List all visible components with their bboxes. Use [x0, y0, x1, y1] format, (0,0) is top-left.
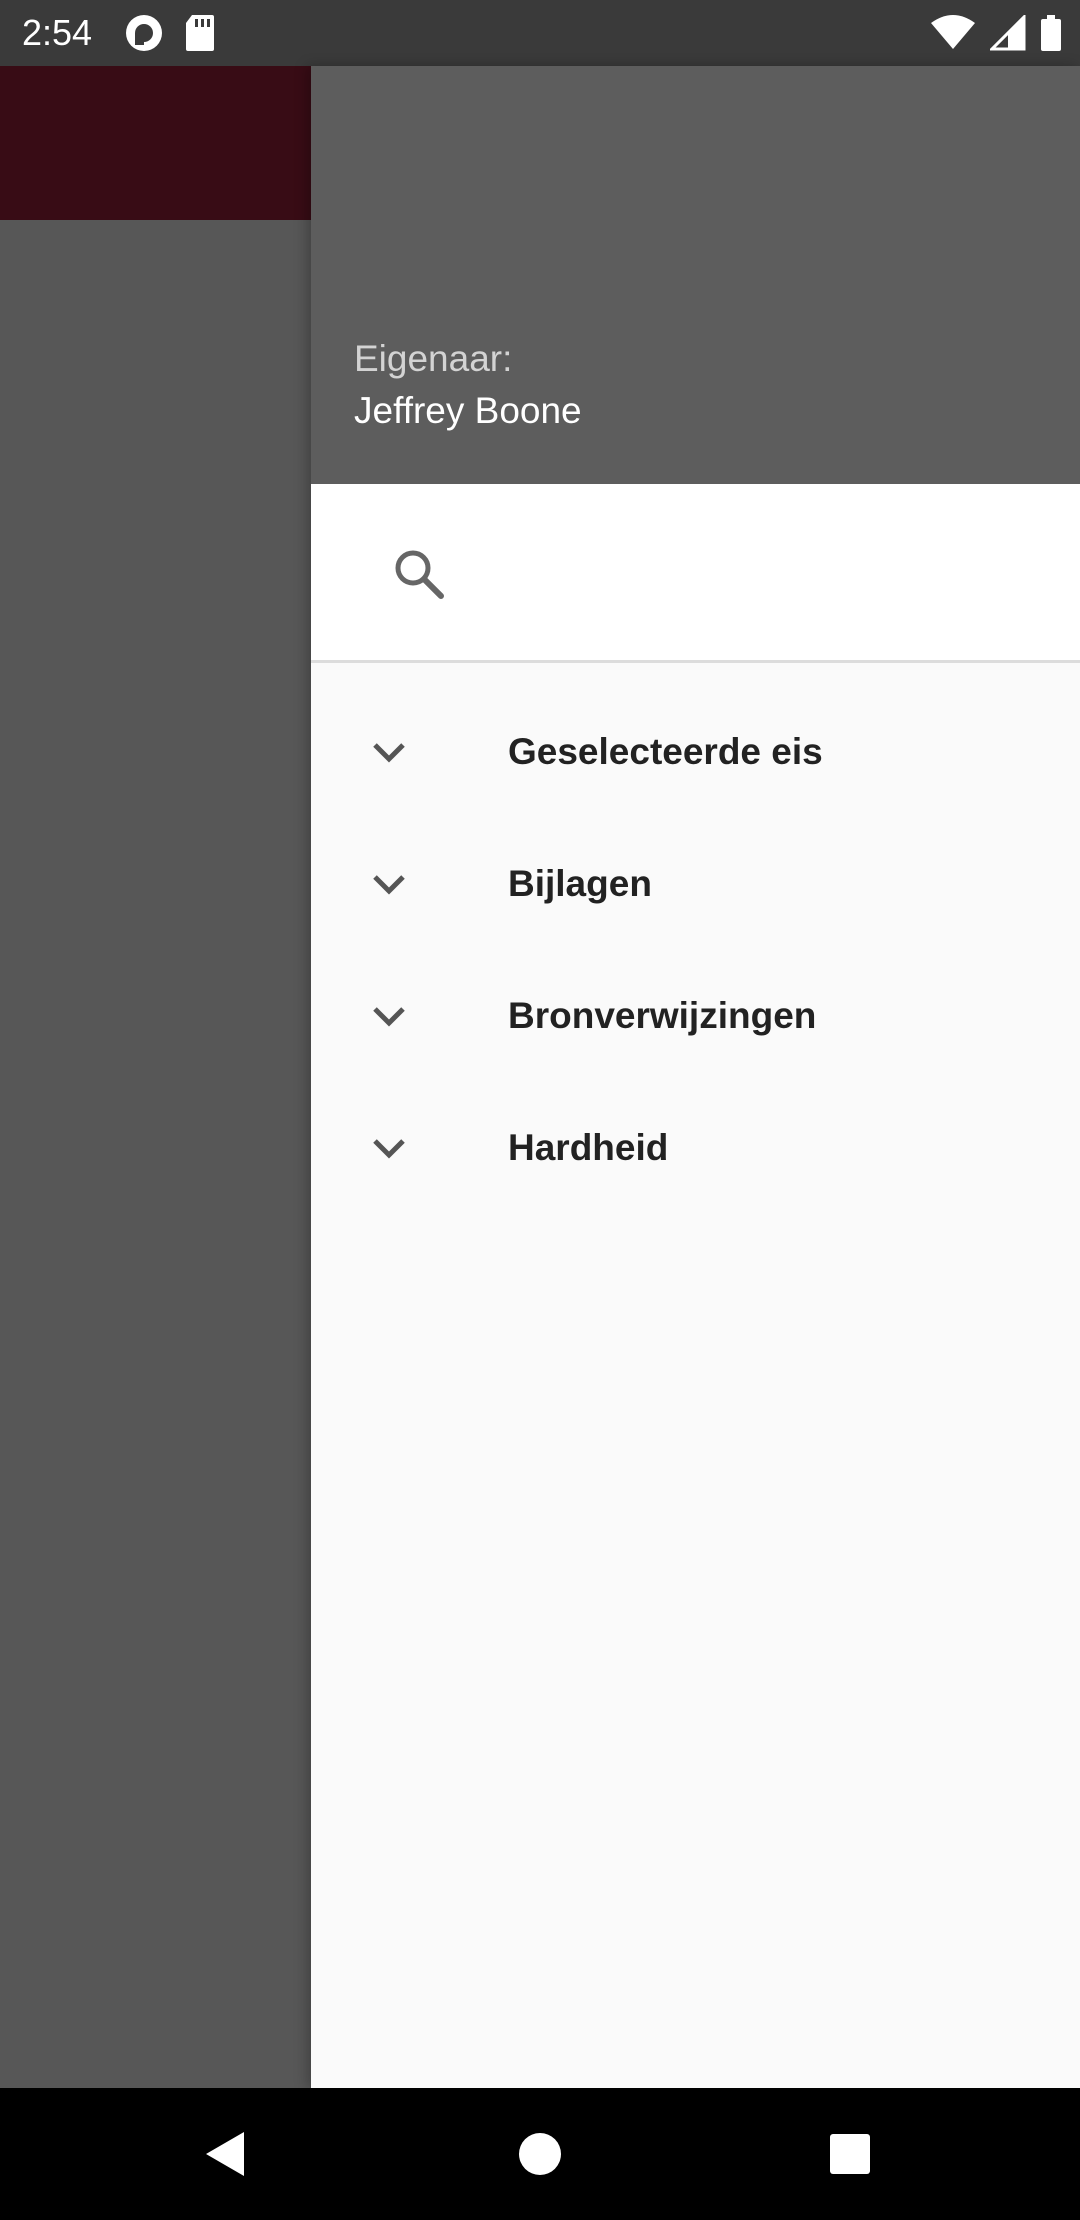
menu-item-label: Hardheid	[508, 1127, 669, 1168]
chevron-down-icon	[373, 875, 405, 895]
status-left-icons	[124, 13, 216, 53]
menu-item-geselecteerde-eis[interactable]: Geselecteerde eis	[311, 686, 1080, 818]
owner-label: Eigenaar:	[354, 338, 513, 379]
search-icon[interactable]	[391, 546, 447, 602]
menu-item-bijlagen[interactable]: Bijlagen	[311, 818, 1080, 950]
status-bar: 2:54	[0, 0, 1080, 66]
search-row	[311, 484, 1080, 663]
drawer-menu: Geselecteerde eis Bijlagen Bronverwijzin…	[311, 686, 1080, 1214]
owner-name: Jeffrey Boone	[354, 390, 582, 431]
chevron-down-icon	[373, 1139, 405, 1159]
status-time: 2:54	[22, 12, 93, 53]
back-icon[interactable]	[198, 2126, 254, 2182]
recents-icon[interactable]	[822, 2126, 878, 2182]
wifi-icon	[931, 15, 975, 49]
signal-icon	[990, 15, 1026, 51]
menu-item-label: Bronverwijzingen	[508, 995, 817, 1036]
drawer-header: Eigenaar: Jeffrey Boone	[311, 66, 1080, 484]
chevron-down-icon	[373, 743, 405, 763]
system-nav-bar	[0, 2088, 1080, 2220]
home-icon[interactable]	[512, 2126, 568, 2182]
battery-icon	[1041, 15, 1061, 51]
pocket-casts-icon	[126, 15, 162, 51]
navigation-drawer: Eigenaar: Jeffrey Boone Geselecteerde ei…	[311, 66, 1080, 2088]
menu-item-hardheid[interactable]: Hardheid	[311, 1082, 1080, 1214]
menu-item-bronverwijzingen[interactable]: Bronverwijzingen	[311, 950, 1080, 1082]
status-right-icons	[930, 13, 1062, 53]
menu-item-label: Geselecteerde eis	[508, 731, 823, 772]
menu-item-label: Bijlagen	[508, 863, 652, 904]
sd-card-icon	[186, 15, 214, 51]
chevron-down-icon	[373, 1007, 405, 1027]
search-input[interactable]	[481, 524, 1045, 622]
